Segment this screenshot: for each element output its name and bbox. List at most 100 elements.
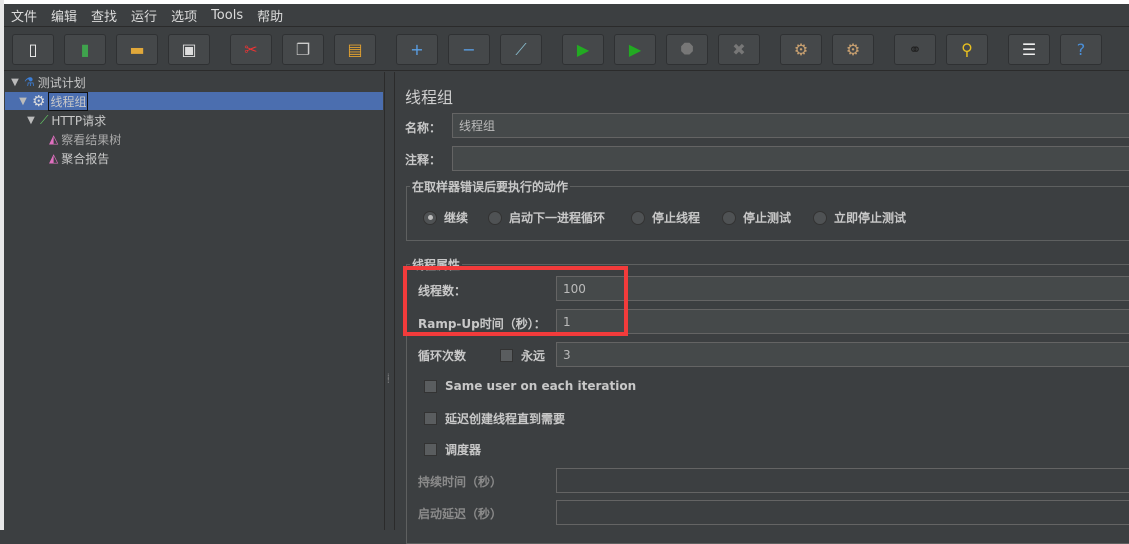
checkbox-icon[interactable] <box>424 379 437 393</box>
startup-delay-label: 启动延迟（秒） <box>418 507 503 521</box>
pipette-icon: ⟋ <box>40 112 49 127</box>
cut-icon: ✂ <box>244 40 258 59</box>
checkbox-label: 永远 <box>521 349 546 363</box>
radio-label: 停止线程 <box>652 211 701 225</box>
new-button[interactable]: ▯ <box>12 34 54 65</box>
radio-label: 停止测试 <box>743 211 792 225</box>
paste-button[interactable]: ▤ <box>334 34 376 65</box>
comment-input[interactable] <box>452 146 1129 171</box>
node-label: 聚合报告 <box>61 151 110 166</box>
radio-label: 立即停止测试 <box>834 211 907 225</box>
menu-run[interactable]: 运行 <box>124 6 164 25</box>
expand-arrow-icon[interactable]: ▼ <box>17 96 29 107</box>
open-icon: ▬ <box>129 40 145 59</box>
name-input[interactable] <box>452 113 1129 138</box>
same-user-checkbox[interactable]: Same user on each iteration <box>424 379 636 393</box>
loop-count-label: 循环次数 <box>418 349 467 363</box>
menu-options[interactable]: 选项 <box>164 6 204 25</box>
test-plan-tree: ▼ ⚗ 测试计划 ▼ ⚙ 线程组 ▼ ⟋ HTTP请求 ◭ 察看结果树 ◭ 聚合… <box>5 72 385 530</box>
menu-search[interactable]: 查找 <box>84 6 124 25</box>
startup-delay-input[interactable] <box>556 500 1129 525</box>
duration-label: 持续时间（秒） <box>418 475 503 489</box>
expand-arrow-icon[interactable]: ▼ <box>25 115 37 126</box>
radio-icon[interactable] <box>488 210 502 225</box>
toolbar: ▯ ▮ ▬ ▣ ✂ ❐ ▤ + − ⟋ ▶ ▶ ⯃ ✖ ⚙ ⚙ ⚭ ⚲ ☰? <box>4 28 1129 71</box>
radio-start-next-loop[interactable]: 启动下一进程循环 <box>488 209 605 226</box>
highlight-annotation-box <box>403 266 628 336</box>
start-button[interactable]: ▶ <box>562 34 604 65</box>
tree-node-view-results-tree[interactable]: ◭ 察看结果树 <box>49 130 121 148</box>
menu-file[interactable]: 文件 <box>4 6 44 25</box>
collapse-button[interactable]: − <box>448 34 490 65</box>
stop-icon: ⯃ <box>680 39 694 59</box>
checkbox-icon[interactable] <box>424 412 437 425</box>
function-helper-button[interactable]: ☰ <box>1008 34 1050 65</box>
checkbox-label: 延迟创建线程直到需要 <box>445 412 566 426</box>
reset-search-button[interactable]: ⚲ <box>946 34 988 65</box>
node-label: 测试计划 <box>37 75 86 90</box>
rampup-input[interactable] <box>556 309 1129 334</box>
node-label: HTTP请求 <box>51 113 107 128</box>
new-icon: ▯ <box>28 40 38 59</box>
save-button[interactable]: ▣ <box>168 34 210 65</box>
clear-all-button[interactable]: ⚙ <box>832 34 874 65</box>
radio-icon[interactable] <box>423 210 437 225</box>
grip-icon: ⁞ ⁞ <box>387 372 390 385</box>
radio-stop-test[interactable]: 停止测试 <box>722 209 791 226</box>
copy-icon: ❐ <box>295 40 311 59</box>
toggle-icon: ⟋ <box>515 39 527 59</box>
checkbox-icon[interactable] <box>424 443 437 456</box>
split-pane-divider[interactable]: ⁞ ⁞ <box>385 72 395 530</box>
scheduler-checkbox[interactable]: 调度器 <box>424 441 481 458</box>
forever-checkbox[interactable]: 永远 <box>500 347 545 364</box>
menu-edit[interactable]: 编辑 <box>44 6 84 25</box>
reset-search-icon: ⚲ <box>961 40 973 59</box>
radio-stop-thread[interactable]: 停止线程 <box>631 209 700 226</box>
tree-node-thread-group[interactable]: ▼ ⚙ 线程组 <box>5 91 383 111</box>
window-left-edge <box>0 0 4 530</box>
search-button[interactable]: ⚭ <box>894 34 936 65</box>
node-label: 察看结果树 <box>61 132 122 147</box>
clear-button[interactable]: ⚙ <box>780 34 822 65</box>
help-button[interactable]: ? <box>1060 34 1102 65</box>
radio-continue[interactable]: 继续 <box>423 209 468 226</box>
expand-button[interactable]: + <box>396 34 438 65</box>
checkbox-icon[interactable] <box>500 349 513 362</box>
radio-label: 继续 <box>444 211 469 225</box>
panel-title: 线程组 <box>405 88 454 107</box>
duration-input[interactable] <box>556 468 1129 493</box>
shutdown-button[interactable]: ✖ <box>718 34 760 65</box>
delay-thread-creation-checkbox[interactable]: 延迟创建线程直到需要 <box>424 410 565 427</box>
radio-icon[interactable] <box>631 210 645 225</box>
collapse-icon: − <box>462 40 476 59</box>
flask-icon: ⚗ <box>24 75 35 89</box>
checkbox-label: 调度器 <box>445 443 482 457</box>
threads-input[interactable] <box>556 276 1129 301</box>
start-icon: ▶ <box>576 40 590 59</box>
cut-button[interactable]: ✂ <box>230 34 272 65</box>
save-icon: ▣ <box>181 40 197 59</box>
radio-icon[interactable] <box>722 210 736 225</box>
tree-node-aggregate-report[interactable]: ◭ 聚合报告 <box>49 149 109 167</box>
function-helper-icon: ☰ <box>1021 40 1037 59</box>
start-no-pauses-button[interactable]: ▶ <box>614 34 656 65</box>
radio-stop-test-now[interactable]: 立即停止测试 <box>813 209 906 226</box>
paste-icon: ▤ <box>347 40 363 59</box>
loop-count-input[interactable] <box>556 342 1129 367</box>
tree-node-http-request[interactable]: ▼ ⟋ HTTP请求 <box>25 111 106 129</box>
radio-icon[interactable] <box>813 210 827 225</box>
copy-button[interactable]: ❐ <box>282 34 324 65</box>
gear-icon: ⚙ <box>32 92 46 110</box>
templates-button[interactable]: ▮ <box>64 34 106 65</box>
menu-tools[interactable]: Tools <box>204 8 250 23</box>
start-no-pauses-icon: ▶ <box>628 40 642 59</box>
menu-bar: 文件 编辑 查找 运行 选项 Tools 帮助 <box>4 4 1129 27</box>
expand-arrow-icon[interactable]: ▼ <box>9 77 21 88</box>
group-title: 在取样器错误后要执行的动作 <box>410 178 571 195</box>
search-icon: ⚭ <box>908 40 922 59</box>
open-button[interactable]: ▬ <box>116 34 158 65</box>
menu-help[interactable]: 帮助 <box>250 6 290 25</box>
stop-button[interactable]: ⯃ <box>666 34 708 65</box>
tree-node-test-plan[interactable]: ▼ ⚗ 测试计划 <box>9 73 86 91</box>
toggle-button[interactable]: ⟋ <box>500 34 542 65</box>
